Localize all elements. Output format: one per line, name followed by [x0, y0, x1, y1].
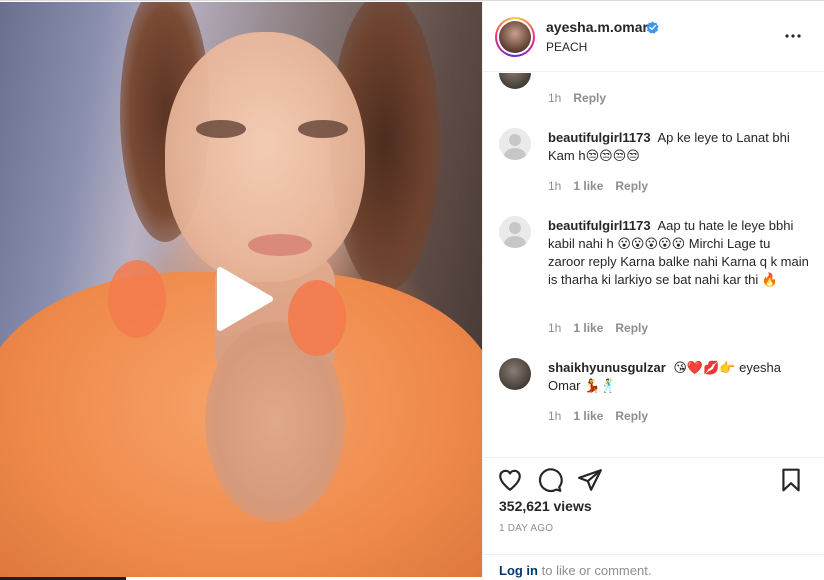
- more-options-icon[interactable]: [783, 26, 803, 46]
- view-count[interactable]: 352,621 views: [499, 498, 592, 514]
- comment-time[interactable]: 1h: [548, 91, 561, 105]
- media-visual: [248, 234, 312, 256]
- comment-meta: 1h Reply: [548, 91, 606, 105]
- media-visual: [196, 120, 246, 138]
- media-visual: [108, 260, 166, 338]
- commenter-avatar[interactable]: [499, 358, 531, 390]
- post-timestamp[interactable]: 1 DAY AGO: [499, 523, 553, 534]
- login-link[interactable]: Log in: [499, 563, 538, 578]
- login-prompt: Log in to like or comment.: [483, 554, 824, 580]
- paper-plane-icon[interactable]: [577, 467, 603, 493]
- verified-badge-icon: [646, 21, 659, 34]
- commenter-avatar[interactable]: [499, 216, 531, 248]
- comment-item: shaikhyunusgulzar 😘❤️💋👉 eyesha Omar 💃🕺 1…: [483, 358, 824, 428]
- bookmark-icon[interactable]: [778, 467, 804, 493]
- comment-item: beautifulgirl1173 Ap ke leye to Lanat bh…: [483, 128, 824, 198]
- comment-time[interactable]: 1h: [548, 321, 561, 335]
- comment-text: beautifulgirl1173 Ap ke leye to Lanat bh…: [548, 129, 810, 165]
- comment-meta: 1h 1 like Reply: [548, 179, 648, 193]
- comment-meta: 1h 1 like Reply: [548, 321, 648, 335]
- media-visual: [298, 120, 348, 138]
- post-modal: ayesha.m.omar PEACH 1h Reply beautifulgi…: [0, 0, 824, 580]
- commenter-username[interactable]: beautifulgirl1173: [548, 130, 651, 145]
- reply-button[interactable]: Reply: [615, 179, 648, 193]
- commenter-username[interactable]: beautifulgirl1173: [548, 218, 651, 233]
- commenter-avatar[interactable]: [499, 128, 531, 160]
- comment-meta: 1h 1 like Reply: [548, 409, 648, 423]
- login-prompt-text: to like or comment.: [538, 563, 652, 578]
- author-avatar[interactable]: [495, 17, 535, 57]
- post-actions: 352,621 views 1 DAY AGO Log in to like o…: [483, 457, 824, 580]
- commenter-username[interactable]: shaikhyunusgulzar: [548, 360, 666, 375]
- comment-likes[interactable]: 1 like: [573, 179, 603, 193]
- comment-text: shaikhyunusgulzar 😘❤️💋👉 eyesha Omar 💃🕺: [548, 359, 810, 395]
- comment-item: beautifulgirl1173 Aap tu hate le leye bb…: [483, 216, 824, 341]
- reply-button[interactable]: Reply: [615, 321, 648, 335]
- comment-bubble-icon[interactable]: [537, 467, 563, 493]
- commenter-avatar[interactable]: [499, 73, 531, 89]
- post-location[interactable]: PEACH: [546, 40, 587, 54]
- comment-time[interactable]: 1h: [548, 179, 561, 193]
- media-visual: [288, 280, 346, 356]
- post-sidebar: ayesha.m.omar PEACH 1h Reply beautifulgi…: [482, 2, 824, 580]
- comment-item: 1h Reply: [483, 73, 824, 107]
- post-header: ayesha.m.omar PEACH: [483, 2, 824, 72]
- play-icon[interactable]: [212, 266, 276, 332]
- heart-icon[interactable]: [497, 467, 523, 493]
- author-username[interactable]: ayesha.m.omar: [546, 19, 648, 35]
- video-media[interactable]: [0, 2, 482, 577]
- reply-button[interactable]: Reply: [615, 409, 648, 423]
- comment-text: beautifulgirl1173 Aap tu hate le leye bb…: [548, 217, 810, 289]
- comment-likes[interactable]: 1 like: [573, 321, 603, 335]
- comment-likes[interactable]: 1 like: [573, 409, 603, 423]
- comment-text: [548, 73, 810, 77]
- comment-time[interactable]: 1h: [548, 409, 561, 423]
- comments-list[interactable]: 1h Reply beautifulgirl1173 Ap ke leye to…: [483, 73, 824, 456]
- reply-button[interactable]: Reply: [573, 91, 606, 105]
